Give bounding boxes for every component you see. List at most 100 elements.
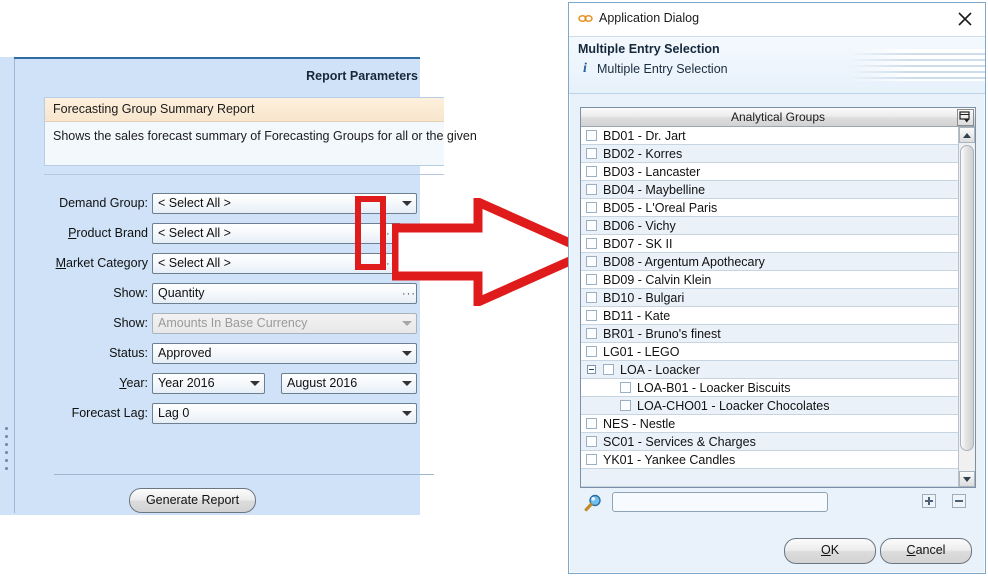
close-icon[interactable]: [955, 9, 975, 29]
status-select[interactable]: Approved: [152, 343, 417, 364]
label-forecast-lag: Forecast Lag:: [71, 406, 148, 420]
row-checkbox[interactable]: [586, 292, 597, 303]
label-product-brand: Product Brand: [68, 226, 148, 240]
row-checkbox[interactable]: [586, 454, 597, 465]
list-item-label: BD09 - Calvin Klein: [603, 273, 712, 287]
column-chooser-icon[interactable]: [957, 109, 974, 126]
row-checkbox[interactable]: [586, 130, 597, 141]
list-item[interactable]: BD03 - Lancaster: [581, 163, 958, 181]
analytical-groups-list: Analytical Groups BD01 - Dr. Jart BD02 - …: [580, 107, 976, 488]
form-row-show-amounts: Show: Amounts In Base Currency: [44, 313, 424, 337]
page-title: Report Parameters: [306, 69, 418, 83]
row-checkbox[interactable]: [586, 256, 597, 267]
ok-button[interactable]: OK: [784, 538, 876, 564]
list-item[interactable]: BD09 - Calvin Klein: [581, 271, 958, 289]
list-item-label: BD11 - Kate: [603, 309, 671, 323]
row-checkbox[interactable]: [586, 184, 597, 195]
row-checkbox[interactable]: [620, 400, 631, 411]
list-column-header-label: Analytical Groups: [730, 110, 826, 124]
list-item-label: BD02 - Korres: [603, 147, 683, 161]
list-item-label: LOA - Loacker: [620, 363, 700, 377]
tree-collapse-icon[interactable]: [587, 365, 596, 374]
form-row-show-quantity: Show: Quantity ···: [44, 283, 424, 307]
row-checkbox[interactable]: [586, 418, 597, 429]
list-item-label: BD06 - Vichy: [603, 219, 676, 233]
search-input[interactable]: [612, 492, 828, 512]
report-card-description: Shows the sales forecast summary of Fore…: [45, 122, 477, 165]
forecast-lag-select[interactable]: Lag 0: [152, 403, 417, 424]
list-item[interactable]: LOA - Loacker: [581, 361, 958, 379]
dialog-title: Application Dialog: [599, 11, 700, 25]
form-row-year: Year: Year 2016 August 2016: [44, 373, 424, 397]
list-scrollbar[interactable]: [958, 127, 975, 487]
list-item[interactable]: BD10 - Bulgari: [581, 289, 958, 307]
list-item[interactable]: BR01 - Bruno's finest: [581, 325, 958, 343]
search-icon: [584, 494, 601, 512]
list-item-label: BD05 - L'Oreal Paris: [603, 201, 718, 215]
dialog-heading: Multiple Entry Selection: [578, 42, 720, 56]
show-quantity-select[interactable]: Quantity: [152, 283, 417, 304]
list-item[interactable]: BD06 - Vichy: [581, 217, 958, 235]
list-item[interactable]: BD07 - SK II: [581, 235, 958, 253]
row-checkbox[interactable]: [586, 202, 597, 213]
list-item-label: BR01 - Bruno's finest: [603, 327, 721, 341]
form-divider: [54, 474, 434, 475]
generate-report-button[interactable]: Generate Report: [129, 488, 256, 513]
scroll-down-button[interactable]: [959, 471, 975, 487]
list-item[interactable]: BD11 - Kate: [581, 307, 958, 325]
dialog-header: Multiple Entry Selection i Multiple Entr…: [569, 37, 985, 94]
row-checkbox[interactable]: [620, 382, 631, 393]
list-item[interactable]: NES - Nestle: [581, 415, 958, 433]
list-item[interactable]: YK01 - Yankee Candles: [581, 451, 958, 469]
label-year: Year:: [119, 376, 148, 390]
panel-splitter[interactable]: [0, 57, 14, 515]
list-item-label: BD10 - Bulgari: [603, 291, 685, 305]
show-amounts-select: Amounts In Base Currency: [152, 313, 417, 334]
label-status: Status:: [109, 346, 148, 360]
list-item[interactable]: BD05 - L'Oreal Paris: [581, 199, 958, 217]
scroll-up-button[interactable]: [959, 127, 975, 143]
list-item-label: SC01 - Services & Charges: [603, 435, 756, 449]
row-checkbox[interactable]: [586, 328, 597, 339]
list-item-label: YK01 - Yankee Candles: [603, 453, 736, 467]
list-item-label: BD03 - Lancaster: [603, 165, 701, 179]
month-select[interactable]: August 2016: [281, 373, 417, 394]
list-item[interactable]: SC01 - Services & Charges: [581, 433, 958, 451]
row-checkbox[interactable]: [586, 148, 597, 159]
row-checkbox[interactable]: [586, 310, 597, 321]
label-market-category: Market Category: [55, 256, 148, 270]
dialog-titlebar: Application Dialog: [569, 3, 985, 37]
list-item[interactable]: LOA-B01 - Loacker Biscuits: [581, 379, 958, 397]
list-item-label: LOA-B01 - Loacker Biscuits: [637, 381, 791, 395]
row-checkbox[interactable]: [586, 220, 597, 231]
expand-all-button[interactable]: [922, 494, 936, 508]
application-dialog: Application Dialog Multiple Entry Select…: [568, 2, 986, 574]
row-checkbox[interactable]: [603, 364, 614, 375]
list-item[interactable]: BD04 - Maybelline: [581, 181, 958, 199]
scrollbar-thumb[interactable]: [960, 145, 974, 451]
cancel-button[interactable]: Cancel: [880, 538, 972, 564]
red-highlight-box: [355, 196, 386, 270]
row-checkbox[interactable]: [586, 274, 597, 285]
list-item[interactable]: BD01 - Dr. Jart: [581, 127, 958, 145]
row-checkbox[interactable]: [586, 436, 597, 447]
collapse-all-button[interactable]: [952, 494, 966, 508]
row-checkbox[interactable]: [586, 346, 597, 357]
list-scroll-area: BD01 - Dr. Jart BD02 - Korres BD03 - Lanca…: [581, 127, 958, 487]
chain-link-icon: [578, 15, 593, 22]
list-item[interactable]: BD08 - Argentum Apothecary: [581, 253, 958, 271]
list-item[interactable]: LG01 - LEGO: [581, 343, 958, 361]
report-card-title: Forecasting Group Summary Report: [45, 98, 444, 122]
report-description-card: Forecasting Group Summary Report Shows t…: [44, 97, 477, 166]
label-show-amounts: Show:: [113, 316, 148, 330]
list-item[interactable]: LOA-CHO01 - Loacker Chocolates: [581, 397, 958, 415]
report-parameters-inner: Report Parameters Forecasting Group Summ…: [14, 59, 477, 513]
list-item-label: BD08 - Argentum Apothecary: [603, 255, 765, 269]
list-column-header[interactable]: Analytical Groups: [581, 108, 975, 127]
row-checkbox[interactable]: [586, 166, 597, 177]
year-select[interactable]: Year 2016: [152, 373, 265, 394]
list-item[interactable]: BD02 - Korres: [581, 145, 958, 163]
row-checkbox[interactable]: [586, 238, 597, 249]
label-show-quantity: Show:: [113, 286, 148, 300]
label-demand-group: Demand Group:: [59, 196, 148, 210]
